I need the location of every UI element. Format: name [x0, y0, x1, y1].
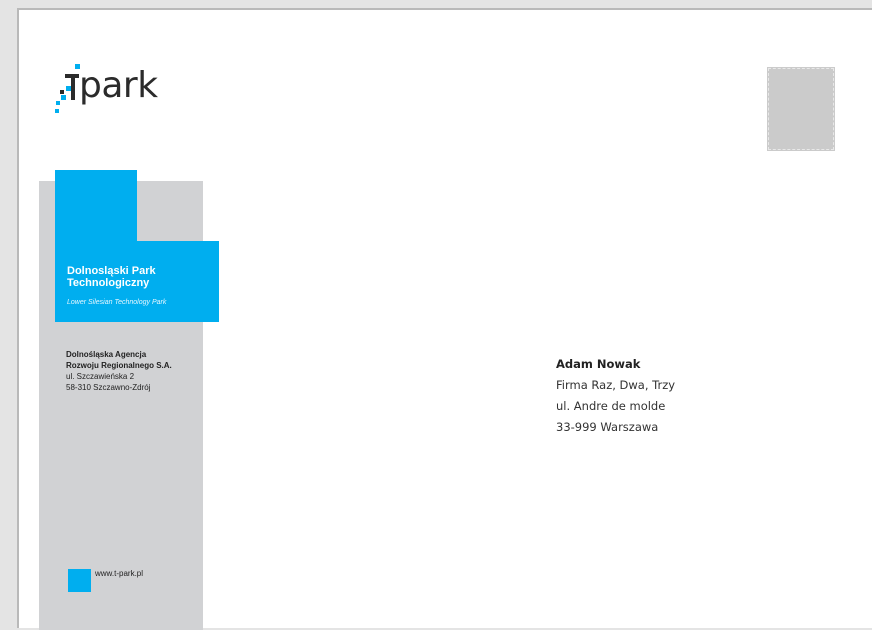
recipient-city: 33-999 Warszawa — [556, 420, 659, 434]
sender-street: ul. Szczawieńska 2 — [66, 372, 135, 381]
sender-address: Dolnośląska Agencja Rozwoju Regionalnego… — [66, 349, 206, 393]
logo-pixel — [60, 90, 64, 94]
recipient-street: ul. Andre de molde — [556, 399, 666, 413]
brand-block-top — [55, 170, 137, 242]
recipient-company: Firma Raz, Dwa, Trzy — [556, 378, 676, 392]
sender-city: 58-310 Szczawno-Zdrój — [66, 383, 151, 392]
website-square-icon — [68, 569, 91, 592]
logo-pixel — [61, 95, 66, 100]
logo-pixel — [56, 101, 60, 105]
envelope: park Dolnosląski Park Technologiczny Low… — [17, 8, 872, 630]
agency-line-2: Rozwoju Regionalnego S.A. — [66, 361, 172, 370]
logo-wordmark: park — [79, 65, 158, 106]
park-name: Dolnosląski Park Technologiczny — [67, 265, 156, 289]
logo-pixel — [65, 74, 79, 78]
brand-block: Dolnosląski Park Technologiczny Lower Si… — [55, 241, 219, 322]
agency-line-1: Dolnośląska Agencja — [66, 350, 147, 359]
stamp-placeholder — [767, 67, 835, 151]
logo-pixel — [55, 109, 59, 113]
recipient-address: Adam Nowak Firma Raz, Dwa, Trzy ul. Andr… — [556, 354, 675, 438]
park-name-english: Lower Silesian Technology Park — [67, 299, 167, 306]
logo-pixel — [66, 86, 71, 91]
website-link[interactable]: www.t-park.pl — [95, 569, 143, 578]
recipient-name: Adam Nowak — [556, 357, 641, 371]
t-park-logo: park — [55, 62, 185, 132]
